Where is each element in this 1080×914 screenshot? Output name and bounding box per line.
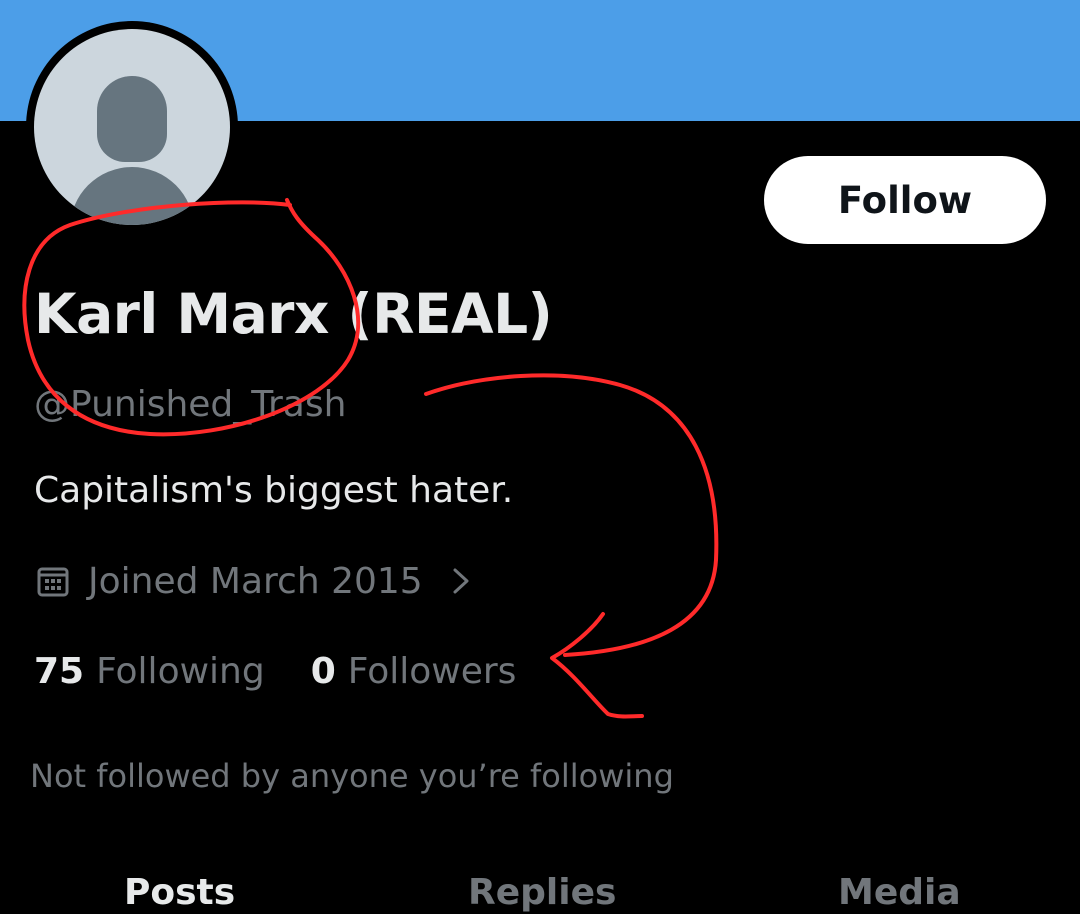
followers-count: 0 (310, 650, 336, 692)
joined-date-row[interactable]: Joined March 2015 (36, 556, 473, 606)
default-avatar-shoulders (70, 167, 194, 225)
following-link[interactable]: 75 Following (34, 651, 265, 692)
arrowhead-annotation (550, 612, 644, 719)
profile-stats: 75 Following 0 Followers (34, 646, 516, 696)
chevron-right-icon (453, 568, 469, 594)
profile-tabs: Posts Replies Media (0, 866, 1080, 914)
avatar[interactable] (34, 29, 230, 225)
display-name: Karl Marx (REAL) (34, 282, 553, 346)
social-context-text: Not followed by anyone you’re following (30, 757, 674, 795)
profile-bio: Capitalism's biggest hater. (34, 470, 514, 511)
user-handle: @Punished_Trash (34, 384, 347, 425)
default-avatar-icon (97, 76, 167, 162)
followers-link[interactable]: 0 Followers (311, 651, 517, 692)
following-label: Following (96, 650, 265, 692)
arrow-curve-annotation (424, 373, 719, 657)
joined-date: Joined March 2015 (88, 560, 423, 602)
follow-button[interactable]: Follow (764, 156, 1046, 244)
tab-media[interactable]: Media (838, 872, 961, 913)
followers-label: Followers (347, 650, 517, 692)
tab-posts[interactable]: Posts (124, 872, 235, 913)
following-count: 75 (34, 650, 85, 692)
tab-replies[interactable]: Replies (468, 872, 616, 913)
calendar-icon (37, 567, 69, 597)
